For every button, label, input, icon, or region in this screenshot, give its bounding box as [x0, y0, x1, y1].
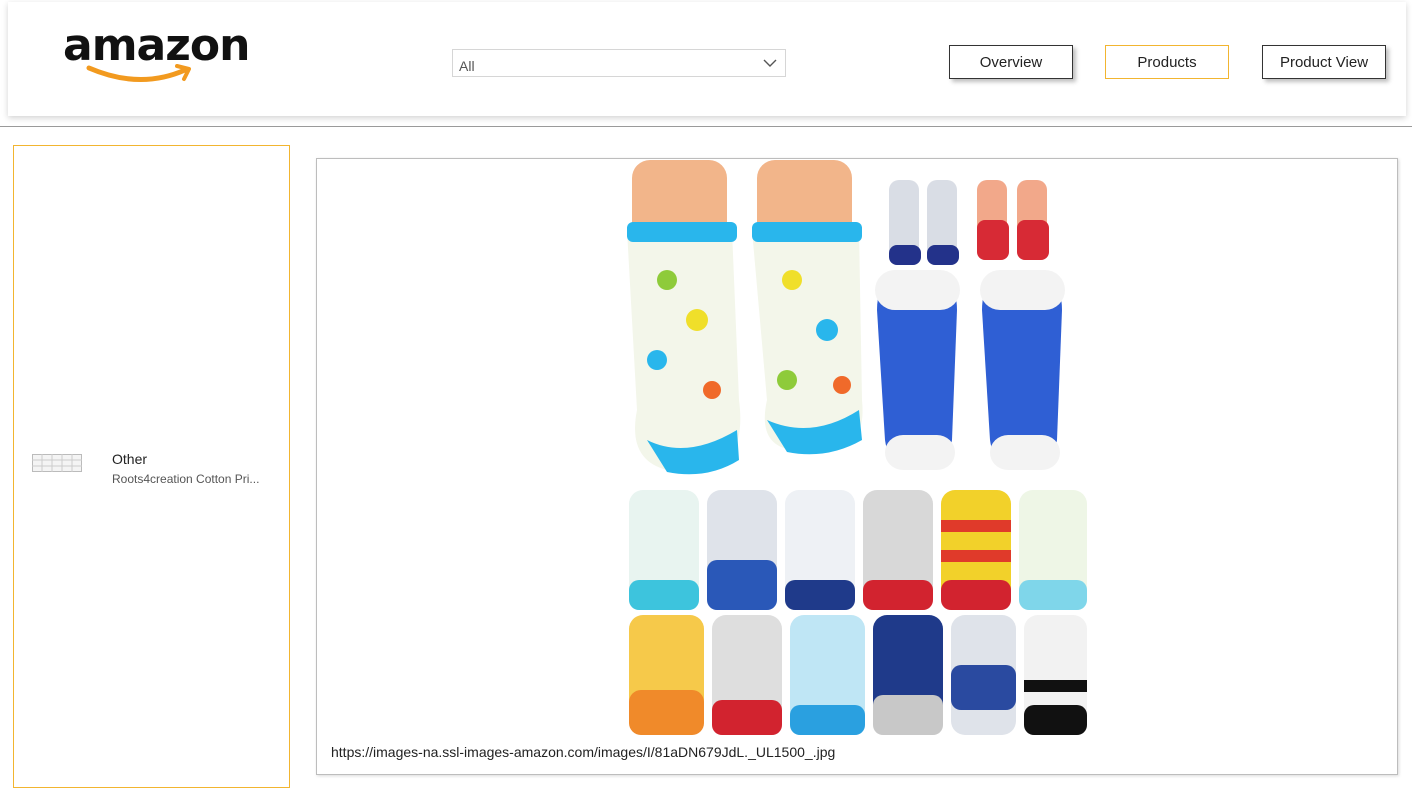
item-product-name: Roots4creation Cotton Pri...	[112, 472, 260, 486]
overview-button[interactable]: Overview	[949, 45, 1073, 79]
logo-smile-icon	[86, 64, 191, 83]
dropdown-selected-value: All	[459, 58, 475, 74]
item-category: Other	[112, 451, 148, 467]
image-url-text: https://images-na.ssl-images-amazon.com/…	[331, 744, 836, 760]
products-button[interactable]: Products	[1105, 45, 1229, 79]
product-view-button[interactable]: Product View	[1262, 45, 1386, 79]
product-image-viewer: https://images-na.ssl-images-amazon.com/…	[316, 158, 1398, 775]
top-header: amazon All Overview Products Product Vie…	[8, 2, 1406, 116]
product-image	[627, 160, 1087, 735]
header-divider	[0, 126, 1412, 127]
product-thumbnail	[32, 454, 82, 472]
category-dropdown[interactable]: All	[452, 49, 786, 77]
list-item[interactable]: Other Roots4creation Cotton Pri...	[32, 449, 282, 489]
amazon-logo: amazon	[63, 22, 263, 92]
chevron-down-icon	[763, 59, 777, 67]
product-list-panel: Other Roots4creation Cotton Pri...	[13, 145, 290, 788]
